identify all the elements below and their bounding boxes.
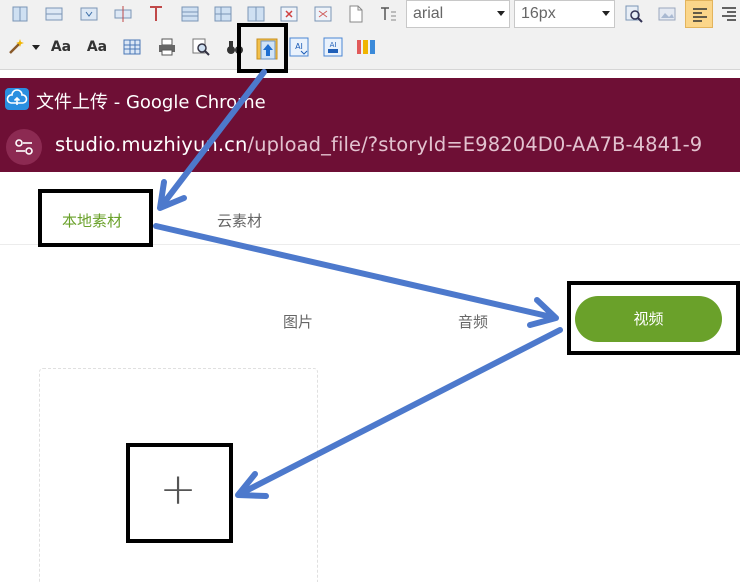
window-title: 文件上传 - Google Chrome [36, 92, 266, 113]
url-host: studio.muzhiyun.cn [55, 133, 248, 156]
table-clear-icon[interactable] [279, 4, 299, 24]
page-break-icon[interactable] [313, 4, 333, 24]
ai-text-icon[interactable]: AI [289, 37, 309, 57]
align-left-button[interactable] [685, 0, 713, 28]
url-text[interactable]: studio.muzhiyun.cn/upload_file/?storyId=… [55, 133, 702, 156]
page-icon[interactable] [346, 4, 366, 24]
table-delete-icon[interactable] [246, 4, 266, 24]
table-row-icon[interactable] [113, 4, 133, 24]
chevron-down-icon [495, 1, 507, 27]
print-icon[interactable] [157, 37, 177, 57]
font-family-select[interactable]: arial [406, 0, 510, 28]
magic-wand-icon[interactable] [6, 37, 26, 57]
table-merge-icon[interactable] [44, 4, 64, 24]
highlight-upload-icon [237, 23, 288, 73]
highlight-video-pill [567, 281, 740, 355]
preview-icon[interactable] [191, 37, 211, 57]
font-size-value: 16px [521, 5, 556, 22]
site-settings-button[interactable] [6, 129, 42, 165]
table-insert-icon[interactable] [213, 4, 233, 24]
search-replace-icon[interactable] [624, 4, 644, 24]
editor-toolbar: arial 16px Aa Aa AI AI [0, 0, 740, 70]
media-type-image[interactable]: 图片 [283, 311, 313, 332]
highlight-add-button [126, 443, 233, 543]
media-type-audio[interactable]: 音频 [458, 311, 488, 332]
table-col-icon[interactable] [10, 4, 30, 24]
text-direction-icon[interactable] [378, 4, 398, 24]
chevron-down-icon [600, 1, 612, 27]
insert-table-icon[interactable] [122, 37, 142, 57]
ai-image-icon[interactable]: AI [323, 37, 343, 57]
font-family-value: arial [413, 5, 444, 22]
svg-text:AI: AI [295, 42, 303, 51]
url-path: /upload_file/?storyId=E98204D0-AA7B-4841… [247, 133, 703, 156]
table-icon[interactable] [180, 4, 200, 24]
font-size-up-icon[interactable]: Aa [50, 37, 72, 57]
ai-format-icon[interactable] [356, 37, 376, 57]
align-right-icon[interactable] [719, 4, 739, 24]
tune-icon [15, 139, 33, 155]
tab-cloud[interactable]: 云素材 [217, 210, 262, 231]
font-size-down-icon[interactable]: Aa [86, 37, 108, 57]
chevron-down-icon[interactable] [32, 45, 40, 51]
highlight-local-tab [38, 189, 153, 247]
image-icon[interactable] [657, 4, 677, 24]
svg-text:AI: AI [330, 41, 337, 49]
align-left-icon [693, 8, 707, 22]
table-cell-icon[interactable] [146, 4, 166, 24]
cloud-upload-icon [5, 88, 29, 110]
table-split-icon[interactable] [79, 4, 99, 24]
font-size-select[interactable]: 16px [514, 0, 615, 28]
